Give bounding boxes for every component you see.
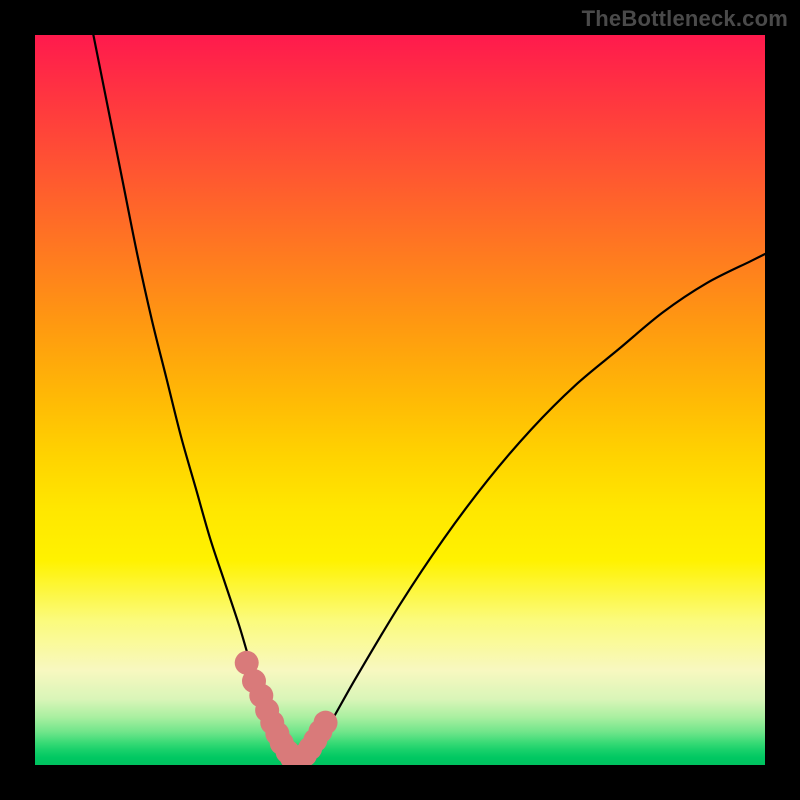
right-blob-5	[314, 711, 338, 735]
curve-layer	[35, 35, 765, 765]
chart-frame: TheBottleneck.com	[0, 0, 800, 800]
bottleneck-curve	[93, 35, 765, 760]
watermark-text: TheBottleneck.com	[582, 6, 788, 32]
plot-area	[35, 35, 765, 765]
marker-group	[235, 651, 338, 765]
